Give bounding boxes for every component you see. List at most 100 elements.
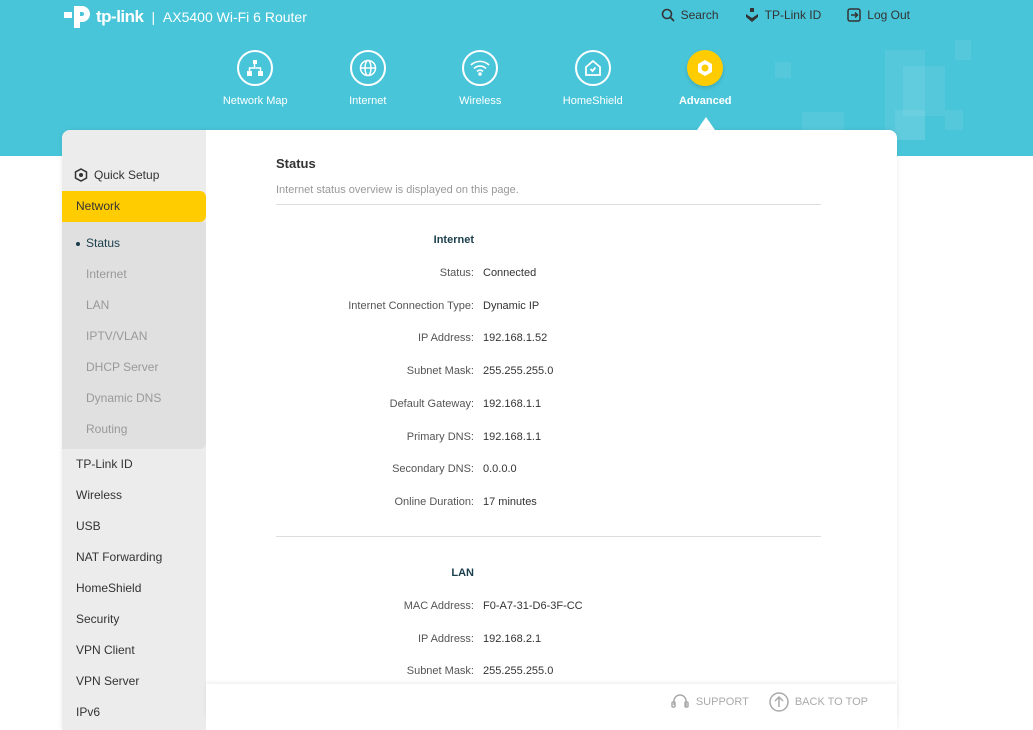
field-label: Subnet Mask: [406, 665, 474, 678]
nav-label: Advanced [678, 95, 732, 107]
nav-label: Wireless [459, 95, 502, 107]
sidebar-subitem-dhcp-server[interactable]: DHCP Server [62, 352, 206, 383]
sidebar-subitem-internet[interactable]: Internet [62, 259, 206, 290]
globe-icon [359, 59, 376, 77]
log-out-link[interactable]: Log Out [847, 8, 910, 22]
search-link[interactable]: Search [661, 8, 719, 22]
log-out-icon [847, 8, 862, 22]
log-out-label: Log Out [867, 8, 910, 22]
sidebar-item-nat-forwarding[interactable]: NAT Forwarding [62, 542, 206, 573]
status-row: Subnet Mask: 255.255.255.0 [276, 665, 554, 678]
internet-section-heading: Internet [433, 234, 474, 246]
user-id-icon [745, 8, 758, 22]
field-value: Connected [483, 267, 537, 279]
status-row: Secondary DNS: 0.0.0.0 [276, 463, 517, 475]
brand-name: tp-link [96, 7, 144, 26]
field-label: Default Gateway: [389, 397, 474, 410]
sidebar-item-quick-setup[interactable]: Quick Setup [62, 159, 206, 191]
sidebar-item-vpn-server[interactable]: VPN Server [62, 666, 206, 697]
support-button[interactable]: SUPPORT [670, 693, 749, 711]
status-row: Default Gateway: 192.168.1.1 [276, 397, 542, 410]
field-value: 192.168.1.1 [483, 397, 542, 410]
nav-network-map[interactable]: Network Map [199, 50, 312, 107]
field-label: Secondary DNS: [392, 463, 474, 476]
field-label: Subnet Mask: [406, 365, 474, 378]
gear-icon [698, 60, 713, 76]
sidebar: Quick Setup Network Status Internet LAN … [62, 130, 206, 730]
field-label: MAC Address: [403, 600, 474, 612]
sidebar-subitem-dynamic-dns[interactable]: Dynamic DNS [62, 383, 206, 414]
network-submenu: Status Internet LAN IPTV/VLAN DHCP Serve… [62, 222, 206, 449]
back-to-top-button[interactable]: BACK TO TOP [769, 692, 868, 712]
field-value: 255.255.255.0 [483, 665, 554, 678]
tp-link-logo[interactable]: tp-link | AX5400 Wi-Fi 6 Router [62, 4, 307, 30]
arrow-up-circle-icon [769, 692, 789, 712]
divider [276, 204, 821, 205]
sidebar-subitem-status[interactable]: Status [62, 228, 206, 259]
active-nav-indicator [697, 117, 715, 130]
field-value: 0.0.0.0 [483, 463, 517, 476]
model-name: | AX5400 Wi-Fi 6 Router [151, 9, 307, 25]
wifi-icon [470, 60, 490, 76]
field-label: IP Address: [417, 632, 474, 645]
content-card: Quick Setup Network Status Internet LAN … [62, 130, 897, 730]
field-value: F0-A7-31-D6-3F-CC [483, 600, 583, 612]
lan-section-heading: LAN [451, 567, 474, 579]
nav-label: Network Map [222, 95, 288, 107]
sidebar-item-network[interactable]: Network [62, 191, 206, 222]
sidebar-item-ipv6[interactable]: IPv6 [62, 697, 206, 728]
status-row: Internet Connection Type: Dynamic IP [276, 300, 539, 312]
quick-setup-label: Quick Setup [94, 167, 160, 182]
nav-label: Internet [349, 95, 387, 107]
status-row: IP Address: 192.168.1.52 [276, 332, 547, 344]
sidebar-item-usb[interactable]: USB [62, 511, 206, 542]
field-value: 17 minutes [483, 495, 537, 508]
field-value: 255.255.255.0 [483, 365, 554, 378]
page-title: Status [276, 156, 316, 171]
footer-bar: SUPPORT BACK TO TOP [206, 684, 897, 720]
nav-homeshield[interactable]: HomeShield [537, 50, 650, 107]
status-panel: Status Internet status overview is displ… [206, 130, 897, 730]
status-row: Primary DNS: 192.168.1.1 [276, 431, 541, 443]
nav-internet[interactable]: Internet [312, 50, 425, 107]
search-icon [661, 8, 675, 22]
support-label: SUPPORT [695, 696, 749, 708]
sidebar-item-wireless[interactable]: Wireless [62, 480, 206, 511]
back-to-top-label: BACK TO TOP [794, 696, 868, 708]
field-label: Internet Connection Type: [348, 299, 474, 312]
tp-link-logo-icon [64, 6, 90, 28]
sidebar-subitem-lan[interactable]: LAN [62, 290, 206, 321]
status-row: Online Duration: 17 minutes [276, 496, 537, 508]
sidebar-item-homeshield[interactable]: HomeShield [62, 573, 206, 604]
divider [276, 536, 821, 537]
sidebar-item-security[interactable]: Security [62, 604, 206, 635]
quick-setup-icon [74, 168, 88, 182]
nav-wireless[interactable]: Wireless [424, 50, 537, 107]
field-label: Status: [439, 267, 474, 279]
tp-link-id-label: TP-Link ID [764, 8, 822, 22]
homeshield-icon [584, 59, 601, 76]
page-description: Internet status overview is displayed on… [276, 184, 519, 196]
field-value: 192.168.2.1 [483, 632, 542, 645]
field-value: 192.168.1.52 [483, 332, 548, 345]
nav-advanced[interactable]: Advanced [649, 50, 762, 107]
field-label: Primary DNS: [406, 430, 474, 443]
tp-link-id-link[interactable]: TP-Link ID [745, 8, 822, 22]
status-row: IP Address: 192.168.2.1 [276, 633, 541, 645]
status-row: MAC Address: F0-A7-31-D6-3F-CC [276, 600, 583, 612]
nav-label: HomeShield [562, 95, 623, 107]
search-label: Search [680, 8, 719, 22]
field-value: Dynamic IP [483, 299, 540, 312]
network-map-icon [247, 60, 264, 76]
sidebar-subitem-iptv-vlan[interactable]: IPTV/VLAN [62, 321, 206, 352]
field-label: IP Address: [417, 332, 474, 345]
status-row: Subnet Mask: 255.255.255.0 [276, 365, 554, 378]
main-nav: Network Map Internet Wireless HomeShield… [199, 50, 762, 107]
headset-icon [671, 694, 689, 708]
sidebar-subitem-routing[interactable]: Routing [62, 414, 206, 445]
field-label: Online Duration: [394, 495, 475, 508]
status-row: Status: Connected [276, 267, 536, 279]
field-value: 192.168.1.1 [483, 430, 542, 443]
sidebar-item-tp-link-id[interactable]: TP-Link ID [62, 449, 206, 480]
sidebar-item-vpn-client[interactable]: VPN Client [62, 635, 206, 666]
